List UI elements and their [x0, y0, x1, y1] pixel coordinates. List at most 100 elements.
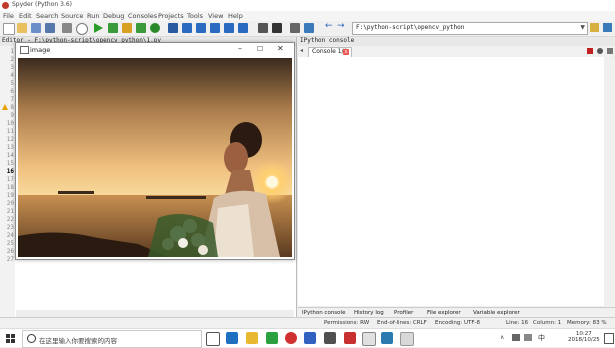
- close-tab-icon[interactable]: x: [343, 49, 349, 55]
- image-window-titlebar[interactable]: image – ☐ ✕: [16, 43, 294, 56]
- cortana-icon: [27, 334, 36, 343]
- chevron-down-icon[interactable]: ▼: [580, 24, 585, 31]
- close-icon[interactable]: ✕: [277, 44, 284, 53]
- fullscreen-icon[interactable]: [272, 23, 282, 33]
- tab-console-1[interactable]: Console 1/A x: [308, 47, 352, 57]
- run-selection-icon[interactable]: [136, 23, 146, 33]
- ime-icon[interactable]: 中: [538, 333, 545, 343]
- menu-edit[interactable]: Edit: [19, 12, 32, 20]
- menu-source[interactable]: Source: [61, 12, 83, 20]
- line-number: 22: [6, 216, 14, 223]
- menu-tools[interactable]: Tools: [187, 12, 203, 20]
- line-number: 4: [10, 72, 14, 79]
- app-red-icon[interactable]: [285, 332, 297, 344]
- stop-debug-icon[interactable]: [238, 23, 248, 33]
- tab-ipython-console[interactable]: IPython console: [302, 310, 345, 316]
- line-number: 12: [6, 136, 14, 143]
- tab-history-log[interactable]: History log: [354, 310, 384, 316]
- menu-consoles[interactable]: Consoles: [128, 12, 157, 20]
- continue-icon[interactable]: [224, 23, 234, 33]
- menu-view[interactable]: View: [208, 12, 223, 20]
- app-gray-icon[interactable]: [324, 332, 336, 344]
- print-icon[interactable]: [62, 23, 72, 33]
- file-explorer-icon[interactable]: [246, 332, 258, 344]
- gear-icon[interactable]: [597, 48, 603, 54]
- image-window[interactable]: image – ☐ ✕: [15, 42, 295, 260]
- status-eol: End-of-lines: CRLF: [377, 320, 427, 326]
- editor-horizontal-scrollbar[interactable]: [16, 310, 294, 317]
- options-icon[interactable]: [607, 48, 613, 54]
- line-number: 19: [6, 192, 14, 199]
- line-number: 27: [6, 256, 14, 263]
- menu-debug[interactable]: Debug: [103, 12, 124, 20]
- go-up-icon[interactable]: [603, 23, 612, 32]
- network-icon[interactable]: [512, 334, 520, 341]
- line-number: 5: [10, 80, 14, 87]
- line-number: 11: [6, 128, 14, 135]
- minimize-icon[interactable]: –: [238, 44, 242, 53]
- image-viewer-task-icon[interactable]: [400, 332, 414, 346]
- edge-browser-icon[interactable]: [226, 332, 238, 344]
- menu-run[interactable]: Run: [87, 12, 99, 20]
- open-file-icon[interactable]: [17, 23, 27, 33]
- spyder-task-icon[interactable]: [344, 332, 356, 344]
- save-icon[interactable]: [31, 23, 41, 33]
- back-icon[interactable]: ←: [325, 21, 335, 31]
- line-number: 17: [6, 176, 14, 183]
- volume-icon[interactable]: [524, 334, 532, 341]
- working-directory-input[interactable]: F:\python-script\opencv_python ▼: [352, 22, 588, 35]
- line-number: 21: [6, 208, 14, 215]
- step-icon[interactable]: [182, 23, 192, 33]
- console-header-label: IPython console: [300, 37, 355, 44]
- tab-scroll-left-icon[interactable]: ◂: [300, 47, 303, 54]
- stop-kernel-icon[interactable]: [587, 48, 593, 54]
- notifications-icon[interactable]: [604, 333, 614, 344]
- browse-folder-icon[interactable]: [590, 23, 599, 32]
- step-return-icon[interactable]: [210, 23, 220, 33]
- wechat-icon[interactable]: [266, 332, 278, 344]
- run-icon[interactable]: [94, 23, 103, 33]
- preferences-icon[interactable]: [290, 23, 300, 33]
- maximize-pane-icon[interactable]: [258, 23, 268, 33]
- menu-projects[interactable]: Projects: [158, 12, 184, 20]
- debug-icon[interactable]: [168, 23, 178, 33]
- warning-icon: [2, 104, 8, 110]
- line-number: 3: [10, 64, 14, 71]
- tray-chevron-icon[interactable]: ∧: [500, 334, 504, 341]
- console-output-area[interactable]: [298, 57, 604, 306]
- save-all-icon[interactable]: [45, 23, 55, 33]
- at-icon[interactable]: [76, 23, 88, 35]
- python-path-icon[interactable]: [304, 23, 314, 33]
- task-view-icon[interactable]: [206, 332, 220, 346]
- line-number: 23: [6, 224, 14, 231]
- menu-search[interactable]: Search: [36, 12, 58, 20]
- windows-start-icon[interactable]: [6, 334, 15, 343]
- menu-help[interactable]: Help: [228, 12, 243, 20]
- console-header: IPython console: [298, 37, 615, 46]
- line-number: 26: [6, 248, 14, 255]
- line-number-current: 16: [6, 168, 14, 175]
- tab-variable-explorer[interactable]: Variable explorer: [473, 310, 520, 316]
- maximize-icon[interactable]: ☐: [257, 45, 263, 53]
- new-file-icon[interactable]: [3, 23, 15, 35]
- notepad-icon[interactable]: [381, 332, 393, 344]
- line-number: 9: [10, 112, 14, 119]
- status-memory: Memory: 83 %: [567, 320, 607, 326]
- menu-file[interactable]: File: [3, 12, 14, 20]
- run-cell-advance-icon[interactable]: [122, 23, 132, 33]
- app-blue-icon[interactable]: [304, 332, 316, 344]
- rerun-icon[interactable]: [150, 23, 160, 33]
- line-number: 2: [10, 56, 14, 63]
- run-cell-icon[interactable]: [108, 23, 118, 33]
- status-line: Line: 16: [506, 320, 529, 326]
- line-number: 20: [6, 200, 14, 207]
- forward-icon[interactable]: →: [337, 21, 347, 31]
- window-title: Spyder (Python 3.6): [12, 1, 72, 8]
- tab-file-explorer[interactable]: File explorer: [427, 310, 461, 316]
- console-vertical-scrollbar[interactable]: [604, 57, 614, 306]
- taskbar-search-input[interactable]: 在这里输入你要搜索的内容: [22, 330, 202, 348]
- tab-profiler[interactable]: Profiler: [394, 310, 413, 316]
- clock[interactable]: 10:27 2018/10/25: [568, 331, 600, 343]
- app-window-icon[interactable]: [362, 332, 376, 346]
- step-into-icon[interactable]: [196, 23, 206, 33]
